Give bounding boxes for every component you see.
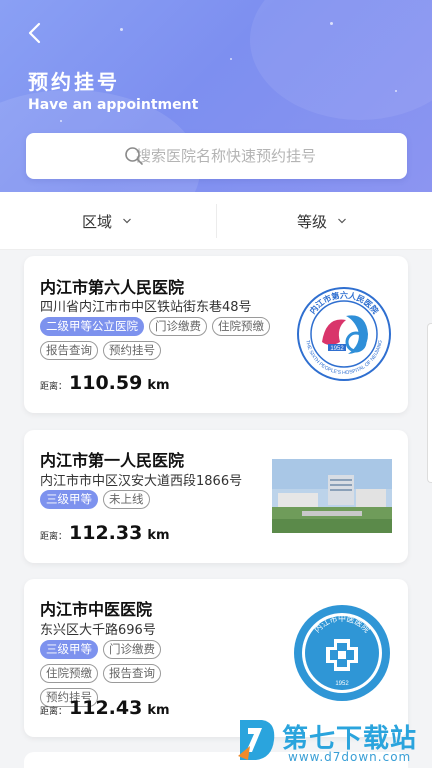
- search-icon: [125, 147, 143, 165]
- watermark: 第七下载站 www.d7down.com: [236, 716, 432, 768]
- distance-value: 112.33: [69, 522, 143, 544]
- hospital-name: 内江市第六人民医院: [40, 278, 185, 297]
- service-tag: 预约挂号: [103, 341, 161, 360]
- hospital-photo: [272, 459, 392, 533]
- distance: 距离： 112.33 km: [40, 522, 170, 544]
- chevron-down-icon: [123, 218, 131, 224]
- header-glow: [250, 0, 432, 120]
- level-badge: 三级甲等: [40, 490, 98, 509]
- decor-dot: [395, 90, 397, 92]
- decor-dot: [60, 120, 62, 122]
- hospital-logo: 1952 内江市第六人民医院 THE SIXTH PEOPLE'S HOSPIT…: [297, 287, 391, 381]
- decor-dot: [230, 58, 232, 60]
- d7-logo-icon: [238, 720, 275, 760]
- logo-year: 1952: [330, 346, 344, 352]
- filter-bar: 区域 等级: [0, 192, 432, 250]
- decor-dot: [120, 28, 123, 31]
- page-title: 预约挂号: [28, 70, 120, 94]
- header: 预约挂号 Have an appointment: [0, 0, 432, 192]
- distance: 距离： 110.59 km: [40, 372, 170, 394]
- hospital-name: 内江市中医医院: [40, 600, 153, 619]
- tag-list: 三级甲等 未上线: [40, 490, 280, 509]
- tag-list: 二级甲等公立医院 门诊缴费 住院预缴 报告查询 预约挂号: [40, 317, 280, 360]
- chevron-down-icon: [338, 218, 346, 224]
- back-button[interactable]: [20, 18, 50, 48]
- level-badge: 三级甲等: [40, 640, 98, 659]
- filter-level-dropdown[interactable]: 等级: [297, 192, 347, 250]
- filter-label: 等级: [297, 212, 328, 231]
- page-subtitle: Have an appointment: [28, 97, 199, 113]
- filter-region-dropdown[interactable]: 区域: [82, 192, 132, 250]
- distance-label: 距离：: [40, 382, 68, 392]
- decor-dot: [330, 22, 333, 25]
- service-tag: 报告查询: [103, 664, 161, 683]
- hospital-address: 东兴区大千路696号: [40, 623, 156, 638]
- distance-unit: km: [147, 703, 170, 718]
- hospital-card[interactable]: 内江市第六人民医院 四川省内江市市中区铁站街东巷48号 二级甲等公立医院 门诊缴…: [24, 256, 408, 413]
- status-tag: 未上线: [103, 490, 150, 509]
- search-bar[interactable]: [26, 133, 407, 179]
- chevron-left-icon: [28, 22, 41, 44]
- service-tag: 门诊缴费: [103, 640, 161, 659]
- distance-value: 110.59: [69, 372, 143, 394]
- service-tag: 门诊缴费: [149, 317, 207, 336]
- service-tag: 住院预缴: [40, 664, 98, 683]
- hospital-logo: 内江市中医医院 1952: [294, 605, 390, 701]
- hospital-name: 内江市第一人民医院: [40, 451, 185, 470]
- filter-label: 区域: [82, 212, 113, 231]
- distance-unit: km: [147, 378, 170, 393]
- watermark-url: www.d7down.com: [288, 750, 412, 764]
- distance-label: 距离：: [40, 707, 68, 717]
- distance-unit: km: [147, 528, 170, 543]
- hospital-card[interactable]: 内江市第一人民医院 内江市市中区汉安大道西段1866号 三级甲等 未上线 距离：…: [24, 430, 408, 563]
- distance: 距离： 112.43 km: [40, 697, 170, 719]
- distance-value: 112.43: [69, 697, 143, 719]
- distance-label: 距离：: [40, 532, 68, 542]
- hospital-address: 内江市市中区汉安大道西段1866号: [40, 474, 243, 489]
- divider: [216, 204, 217, 238]
- side-pull-tab[interactable]: [427, 323, 432, 483]
- service-tag: 报告查询: [40, 341, 98, 360]
- service-tag: 住院预缴: [212, 317, 270, 336]
- level-badge: 二级甲等公立医院: [40, 317, 144, 336]
- hospital-address: 四川省内江市市中区铁站街东巷48号: [40, 300, 252, 315]
- hospital-card[interactable]: 内江市中医医院 东兴区大千路696号 三级甲等 门诊缴费 住院预缴 报告查询 预…: [24, 579, 408, 737]
- logo-year: 1952: [335, 681, 349, 687]
